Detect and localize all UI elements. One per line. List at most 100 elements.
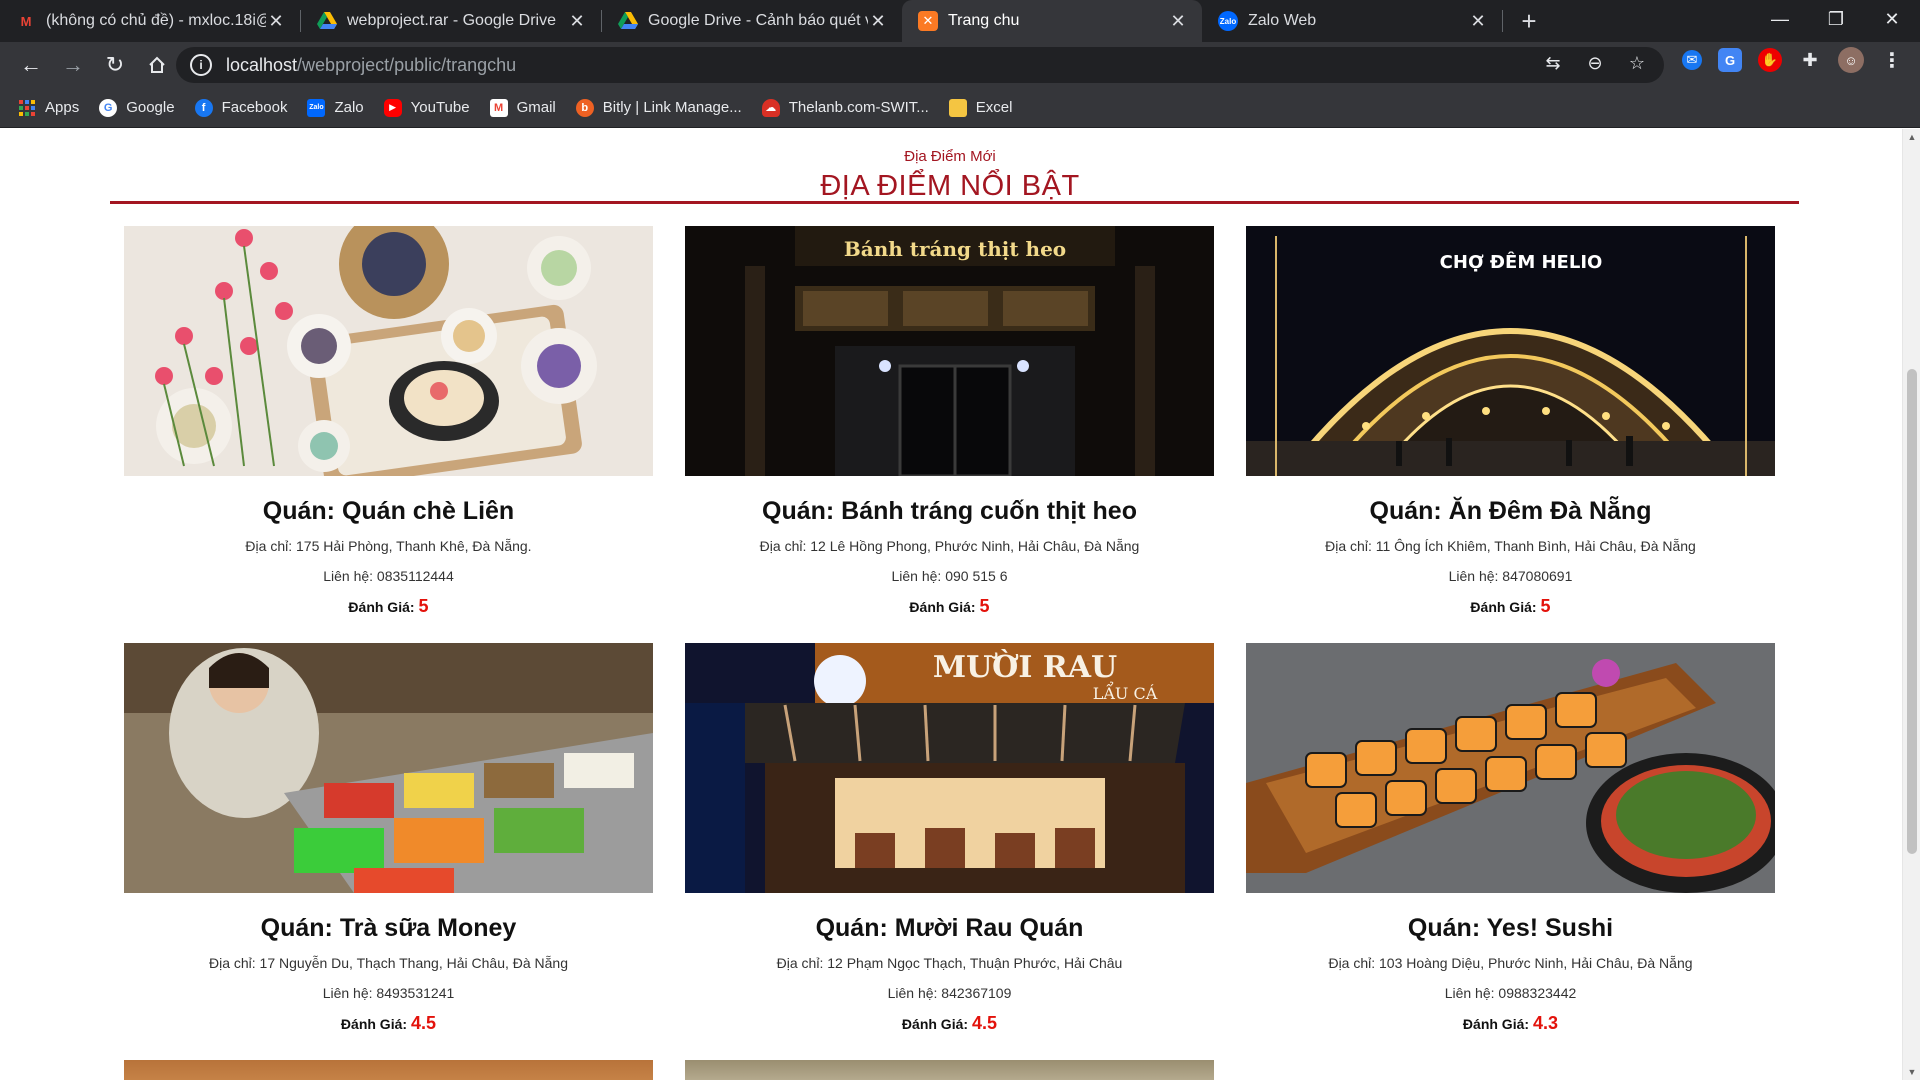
- place-phone: Liên hệ: 842367109: [887, 985, 1012, 1001]
- place-name[interactable]: Quán: Yes! Sushi: [1246, 913, 1775, 943]
- home-button[interactable]: [138, 46, 176, 84]
- browser-toolbar: ← → ↻ i localhost/webproject/public/tran…: [0, 42, 1920, 88]
- bookmark-label: Thelanb.com-SWIT...: [788, 99, 929, 116]
- bookmark-label: Excel: [975, 99, 1013, 116]
- place-name[interactable]: Quán: Bánh tráng cuốn thịt heo: [685, 496, 1214, 526]
- bookmark-thelanb[interactable]: ☁ Thelanb.com-SWIT...: [761, 98, 929, 117]
- close-icon[interactable]: ✕: [266, 11, 286, 32]
- window-controls: — ❐ ✕: [1752, 0, 1920, 42]
- google-translate-extension-icon[interactable]: G: [1718, 48, 1742, 72]
- xampp-icon: ✕: [918, 11, 938, 31]
- che-dessert-photo[interactable]: [124, 226, 653, 476]
- rating-value: 5: [979, 596, 990, 616]
- tab-drive-rar[interactable]: webproject.rar - Google Drive ✕: [301, 0, 601, 42]
- close-icon[interactable]: ✕: [567, 11, 587, 32]
- place-card[interactable]: CHỢ ĐÊM HELIO Quán: Ăn Đêm Đà Nẵng Địa c…: [1246, 226, 1775, 643]
- close-icon[interactable]: ✕: [1468, 11, 1488, 32]
- bookmark-apps[interactable]: Apps: [18, 99, 79, 117]
- vertical-scrollbar[interactable]: ▲ ▼: [1902, 129, 1920, 1080]
- rating-value: 5: [1540, 596, 1551, 616]
- back-button[interactable]: ←: [12, 46, 50, 84]
- place-card[interactable]: Quán: Trà sữa Money Địa chỉ: 17 Nguyễn D…: [124, 643, 653, 1060]
- place-address: Địa chỉ: 17 Nguyễn Du, Thạch Thang, Hải …: [208, 955, 569, 971]
- place-card-partial[interactable]: [685, 1060, 1214, 1080]
- place-address: Địa chỉ: 175 Hải Phòng, Thanh Khê, Đà Nẵ…: [245, 538, 532, 554]
- bookmark-youtube[interactable]: ▶ YouTube: [383, 98, 470, 117]
- bookmark-gmail[interactable]: M Gmail: [489, 98, 556, 117]
- place-name[interactable]: Quán: Mười Rau Quán: [685, 913, 1214, 943]
- home-icon: [149, 56, 165, 73]
- bookmark-label: Apps: [45, 99, 80, 116]
- extensions-area: ✉ G ✋ ✚ ☺ ⋮: [1682, 47, 1904, 73]
- restore-icon[interactable]: ❐: [1808, 0, 1864, 38]
- rating-label: Đánh Giá:: [1462, 1016, 1530, 1032]
- zalo-icon: Zalo: [307, 98, 326, 117]
- forward-button[interactable]: →: [54, 46, 92, 84]
- tab-drive-warning[interactable]: Google Drive - Cảnh báo quét vi ✕: [602, 0, 902, 42]
- sushi-boat-photo[interactable]: [1246, 643, 1775, 893]
- partial-food-photo[interactable]: [685, 1060, 1214, 1080]
- tab-trang-chu[interactable]: ✕ Trang chu ✕: [902, 0, 1202, 42]
- place-phone: Liên hệ: 0835112444: [323, 568, 454, 584]
- place-address: Địa chỉ: 12 Lê Hồng Phong, Phước Ninh, H…: [759, 538, 1140, 554]
- bookmark-label: Gmail: [516, 99, 556, 116]
- night-market-photo[interactable]: CHỢ ĐÊM HELIO: [1246, 226, 1775, 476]
- site-info-icon[interactable]: i: [190, 54, 212, 76]
- close-window-icon[interactable]: ✕: [1864, 0, 1920, 38]
- bookmark-google[interactable]: G Google: [99, 98, 175, 117]
- tab-zalo[interactable]: Zalo Zalo Web ✕: [1202, 0, 1502, 42]
- bookmark-facebook[interactable]: f Facebook: [194, 98, 287, 117]
- rating-value: 4.5: [972, 1013, 998, 1033]
- place-name[interactable]: Quán: Quán chè Liên: [124, 496, 653, 526]
- facebook-icon: f: [194, 98, 213, 117]
- scrollbar-thumb[interactable]: [1907, 369, 1917, 854]
- place-name[interactable]: Quán: Trà sữa Money: [124, 913, 653, 943]
- place-rating: Đánh Giá: 4.5: [124, 1011, 653, 1035]
- bookmark-star-icon[interactable]: ☆: [1626, 53, 1648, 74]
- bookmark-label: YouTube: [410, 99, 470, 116]
- bookmarks-bar: Apps G Google f Facebook Zalo Zalo ▶ You…: [0, 88, 1920, 128]
- place-card-partial[interactable]: [124, 1060, 653, 1080]
- messenger-extension-icon[interactable]: ✉: [1682, 50, 1702, 70]
- new-tab-button[interactable]: +: [1509, 0, 1549, 42]
- place-card[interactable]: MƯỜI RAU LẨU CÁ Quán: Mười Rau Quán Địa …: [685, 643, 1214, 1060]
- close-icon[interactable]: ✕: [868, 11, 888, 32]
- place-address: Địa chỉ: 12 Phạm Ngọc Thạch, Thuận Phước…: [776, 955, 1123, 971]
- place-address: Địa chỉ: 11 Ông Ích Khiêm, Thanh Bình, H…: [1325, 538, 1696, 554]
- tab-strip: M (không có chủ đề) - mxloc.18i@c ✕ webp…: [0, 0, 1920, 42]
- reload-button[interactable]: ↻: [96, 46, 134, 84]
- profile-avatar[interactable]: ☺: [1838, 47, 1864, 73]
- tab-gmail[interactable]: M (không có chủ đề) - mxloc.18i@c ✕: [0, 0, 300, 42]
- place-card[interactable]: Quán: Yes! Sushi Địa chỉ: 103 Hoàng Diệu…: [1246, 643, 1775, 1060]
- minimize-icon[interactable]: —: [1752, 0, 1808, 38]
- place-phone: Liên hệ: 090 515 6: [891, 568, 1008, 584]
- rating-label: Đánh Giá:: [340, 1016, 408, 1032]
- bitly-icon: b: [575, 98, 594, 117]
- bookmark-bitly[interactable]: b Bitly | Link Manage...: [575, 98, 742, 117]
- scroll-down-icon[interactable]: ▼: [1907, 1067, 1917, 1077]
- bookmark-label: Google: [126, 99, 175, 116]
- scroll-up-icon[interactable]: ▲: [1907, 132, 1917, 142]
- place-phone: Liên hệ: 847080691: [1448, 568, 1573, 584]
- toppings-counter-photo[interactable]: [124, 643, 653, 893]
- adblock-extension-icon[interactable]: ✋: [1758, 48, 1782, 72]
- hotpot-restaurant-photo[interactable]: MƯỜI RAU LẨU CÁ: [685, 643, 1214, 893]
- omnibox-actions: ⇆ ⊖ ☆: [1542, 53, 1648, 74]
- more-menu-icon[interactable]: ⋮: [1880, 48, 1904, 72]
- bookmark-zalo[interactable]: Zalo Zalo: [307, 98, 364, 117]
- partial-food-photo[interactable]: [124, 1060, 653, 1080]
- sign-banh-trang: Bánh tráng thịt heo: [844, 237, 1066, 261]
- place-card[interactable]: Bánh tráng thịt heo Quán: Bánh tráng cuố…: [685, 226, 1214, 643]
- close-icon[interactable]: ✕: [1168, 11, 1188, 32]
- restaurant-facade-photo[interactable]: Bánh tráng thịt heo: [685, 226, 1214, 476]
- place-name[interactable]: Quán: Ăn Đêm Đà Nẵng: [1246, 496, 1775, 526]
- extensions-puzzle-icon[interactable]: ✚: [1798, 48, 1822, 72]
- translate-icon[interactable]: ⇆: [1542, 53, 1564, 74]
- google-drive-icon: [317, 11, 337, 31]
- sign-muoi-rau: MƯỜI RAU: [933, 649, 1117, 685]
- address-bar[interactable]: i localhost/webproject/public/trangchu ⇆…: [176, 47, 1664, 83]
- place-rating: Đánh Giá: 5: [124, 594, 653, 618]
- bookmark-excel[interactable]: Excel: [948, 98, 1013, 117]
- place-card[interactable]: Quán: Quán chè Liên Địa chỉ: 175 Hải Phò…: [124, 226, 653, 643]
- zoom-icon[interactable]: ⊖: [1584, 53, 1606, 74]
